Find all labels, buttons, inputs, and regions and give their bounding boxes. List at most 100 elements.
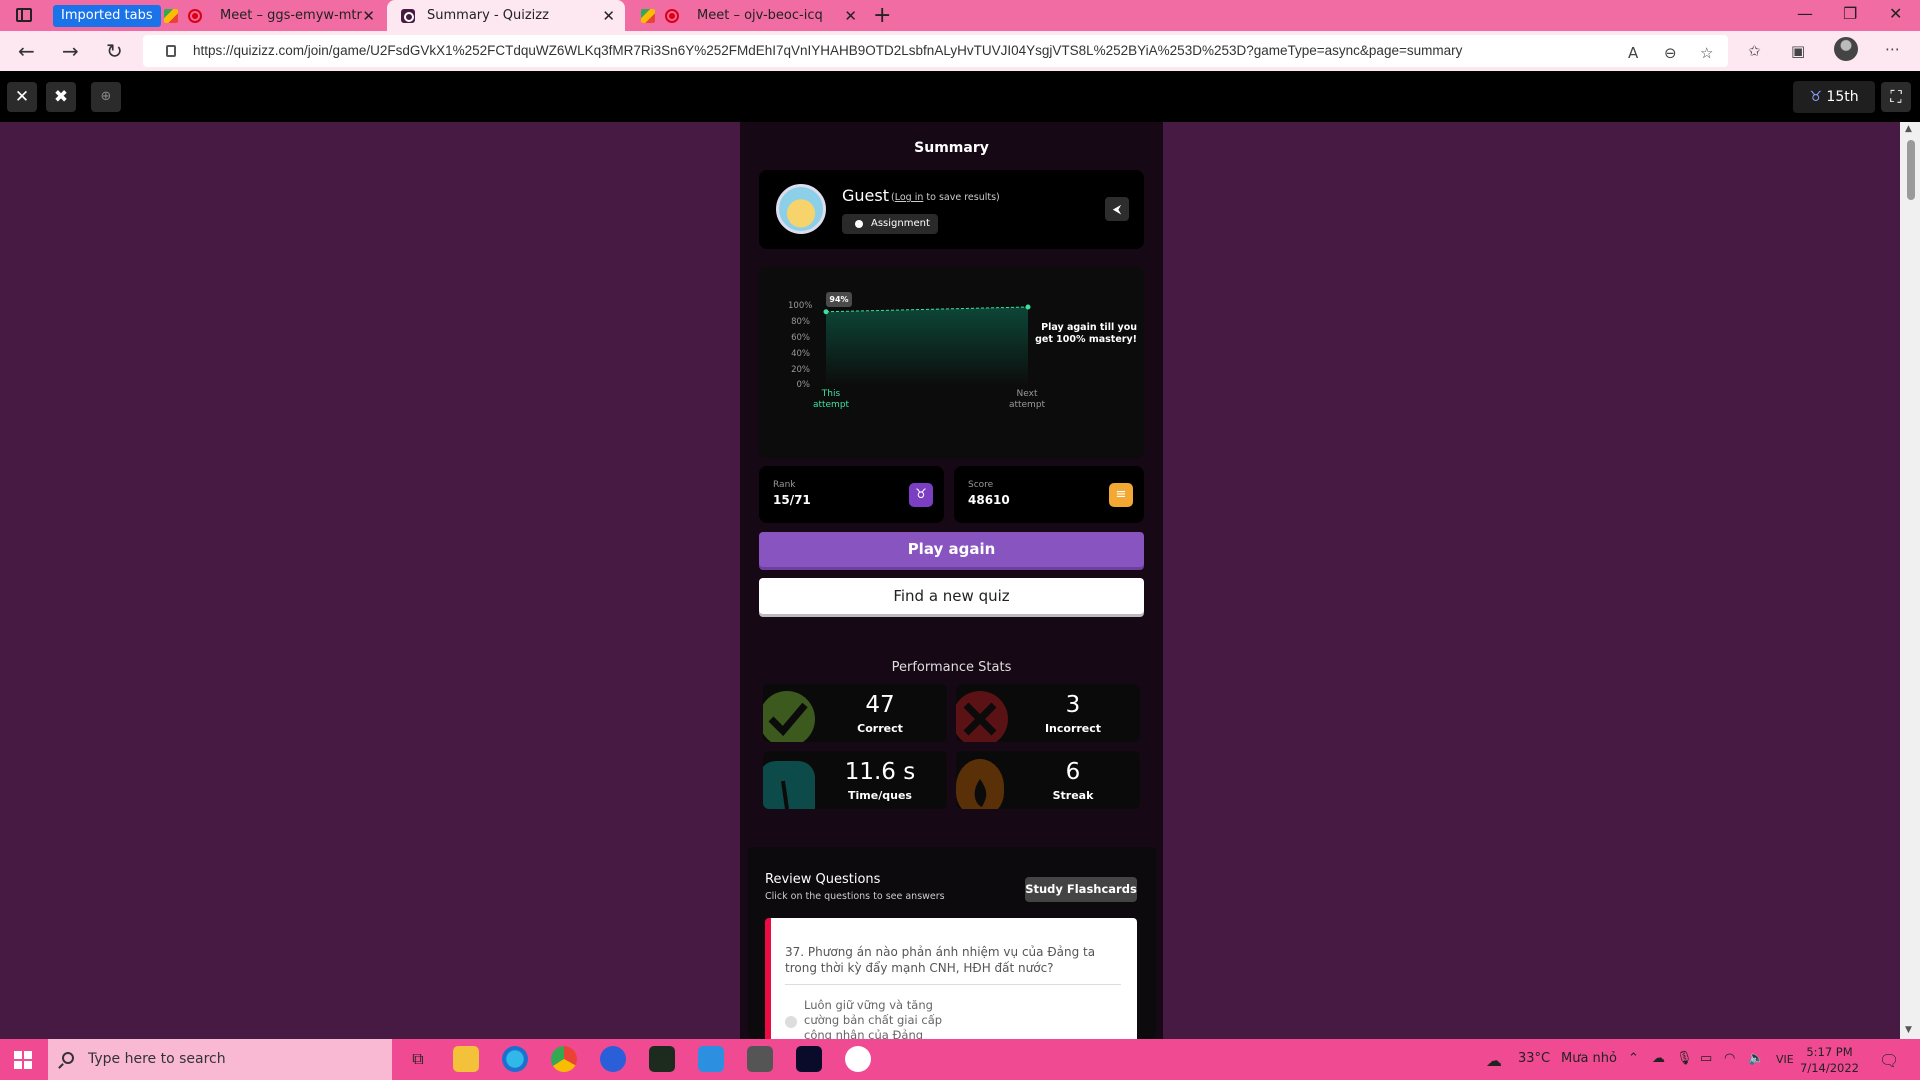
microphone-icon[interactable]: 🎙 xyxy=(1676,1051,1693,1066)
user-name: Guest xyxy=(842,186,889,205)
tab-summary-quizizz[interactable]: Summary - Quizizz ✕ xyxy=(387,0,625,31)
tab-actions-icon[interactable] xyxy=(16,8,32,22)
clock[interactable]: 5:17 PM 7/14/2022 xyxy=(1800,1044,1859,1076)
file-explorer-icon[interactable] xyxy=(453,1046,479,1072)
close-window-icon[interactable]: ✕ xyxy=(1889,4,1902,23)
rank-badge: ♉ 15th xyxy=(1793,81,1875,113)
webstorm-icon[interactable] xyxy=(796,1046,822,1072)
search-placeholder: Type here to search xyxy=(88,1051,226,1067)
page-scrollbar[interactable]: ▲ ▼ xyxy=(1900,122,1920,1039)
notifications-icon[interactable]: 🗨 xyxy=(1879,1051,1899,1070)
more-icon[interactable]: ⋯ xyxy=(1885,40,1900,58)
task-view-icon[interactable]: ⧉ xyxy=(405,1046,431,1072)
x-label-line: attempt xyxy=(1008,400,1046,410)
back-icon[interactable]: ← xyxy=(18,39,35,63)
search-icon xyxy=(62,1052,74,1064)
chrome-icon[interactable] xyxy=(551,1046,577,1072)
language-indicator[interactable]: VIE xyxy=(1776,1053,1794,1066)
incorrect-label: Incorrect xyxy=(1044,722,1102,735)
zoom-in-icon[interactable]: ⊕ xyxy=(91,82,121,112)
study-flashcards-button[interactable]: Study Flashcards xyxy=(1025,877,1137,902)
weather-desc[interactable]: Mưa nhỏ xyxy=(1561,1051,1617,1066)
medal-icon: ♉ xyxy=(1809,89,1822,105)
new-tab-icon[interactable]: + xyxy=(873,3,891,28)
answer-dot-icon xyxy=(785,1016,797,1028)
find-new-quiz-button[interactable]: Find a new quiz xyxy=(759,578,1144,614)
score-card: Score 48610 ≡ xyxy=(954,466,1144,523)
incorrect-stat: 3 Incorrect xyxy=(956,684,1140,742)
review-questions-section: Review Questions Click on the questions … xyxy=(748,847,1156,1042)
incorrect-count: 3 xyxy=(1065,692,1081,718)
question-text: 37. Phương án nào phản ánh nhiệm vụ của … xyxy=(785,945,1096,975)
close-tab-icon[interactable]: ✕ xyxy=(602,7,615,25)
read-aloud-icon[interactable]: A xyxy=(1628,44,1638,62)
scroll-up-icon[interactable]: ▲ xyxy=(1905,124,1912,134)
divider xyxy=(785,984,1121,985)
login-link[interactable]: Log in xyxy=(895,192,924,203)
restore-icon[interactable]: ❐ xyxy=(1843,4,1857,23)
fullscreen-icon[interactable]: ⛶ xyxy=(1881,82,1911,112)
tab-title: Meet – ojv-beoc-icq xyxy=(697,8,823,23)
recording-icon xyxy=(188,8,202,23)
minimize-icon[interactable]: — xyxy=(1797,4,1813,23)
favorite-icon[interactable]: ☆ xyxy=(1700,44,1713,62)
streak-stat: 6 Streak xyxy=(956,751,1140,809)
close-icon[interactable]: ✕ xyxy=(7,82,37,112)
time-label: Time/ques xyxy=(848,789,912,802)
edge-icon[interactable] xyxy=(502,1046,528,1072)
refresh-icon[interactable]: ↻ xyxy=(106,39,123,63)
profile-avatar[interactable] xyxy=(1834,37,1858,61)
close-tab-icon[interactable]: ✕ xyxy=(844,7,857,25)
answer-text: Luôn giữ vững và tăng cường bản chất gia… xyxy=(804,998,943,1042)
app-icon[interactable] xyxy=(747,1046,773,1072)
cloud-icon[interactable]: ☁ xyxy=(1652,1051,1665,1066)
y-tick: 60% xyxy=(791,333,810,343)
correct-label: Correct xyxy=(857,722,903,735)
y-tick: 0% xyxy=(796,380,811,390)
imported-tabs-button[interactable]: Imported tabs xyxy=(53,5,161,27)
zoom-icon[interactable]: ⊖ xyxy=(1664,44,1677,62)
address-bar-row: ← → ↻ https://quizizz.com/join/game/U2Fs… xyxy=(0,31,1920,71)
mastery-hint-line2: get 100% mastery! xyxy=(1035,334,1137,345)
summary-panel: Summary Guest (Log in to save results) A… xyxy=(740,122,1163,1042)
quizizz-icon xyxy=(401,8,415,23)
battery-icon[interactable]: ▭ xyxy=(1700,1051,1712,1066)
wifi-icon[interactable]: ◠ xyxy=(1724,1051,1735,1066)
rank-value: 15/71 xyxy=(773,493,811,507)
x-label-this-attempt: This attempt xyxy=(811,389,851,411)
correct-stat: 47 Correct xyxy=(763,684,947,742)
time-stat: 11.6 s Time/ques xyxy=(763,751,947,809)
play-again-button[interactable]: Play again xyxy=(759,532,1144,567)
rank-badge-text: 15th xyxy=(1826,89,1859,105)
collections-icon[interactable]: ▣ xyxy=(1791,42,1805,60)
forward-icon[interactable]: → xyxy=(62,39,79,63)
url-field[interactable]: https://quizizz.com/join/game/U2FsdGVkX1… xyxy=(143,35,1728,67)
close-tab-icon[interactable]: ✕ xyxy=(362,7,375,25)
scroll-down-icon[interactable]: ▼ xyxy=(1905,1025,1912,1035)
login-hint: (Log in to save results) xyxy=(891,192,1000,203)
vscode-icon[interactable] xyxy=(698,1046,724,1072)
scroll-thumb[interactable] xyxy=(1907,140,1915,200)
cross-icon xyxy=(956,691,1008,742)
tab-meet-1[interactable]: Meet – ggs-emyw-mtr ✕ xyxy=(150,0,385,31)
chevron-up-icon[interactable]: ⌃ xyxy=(1628,1051,1639,1066)
taskbar-search-box[interactable]: Type here to search xyxy=(48,1039,392,1080)
url-text[interactable]: https://quizizz.com/join/game/U2FsdGVkX1… xyxy=(193,43,1462,58)
shuffle-icon[interactable]: ✖ xyxy=(46,82,76,112)
score-label: Score xyxy=(968,480,994,490)
quiz-top-bar: ✕ ✖ ⊕ ♉ 15th ⛶ xyxy=(0,71,1920,122)
messenger-icon[interactable] xyxy=(845,1046,871,1072)
favorites-icon[interactable]: ✩ xyxy=(1748,42,1761,60)
x-label-line: attempt xyxy=(812,400,850,410)
word-app-icon[interactable] xyxy=(600,1046,626,1072)
mastery-hint: Play again till you get 100% mastery! xyxy=(1033,322,1137,346)
coins-icon: ≡ xyxy=(1109,483,1133,507)
question-card[interactable]: 37. Phương án nào phản ánh nhiệm vụ của … xyxy=(765,918,1137,1042)
weather-temp[interactable]: 33°C xyxy=(1518,1051,1550,1066)
volume-icon[interactable]: 🔈 xyxy=(1748,1051,1764,1066)
browser-tab-bar: Imported tabs Meet – ggs-emyw-mtr ✕ Summ… xyxy=(0,0,1920,31)
windows-start-icon[interactable] xyxy=(14,1051,32,1069)
tab-meet-2[interactable]: Meet – ojv-beoc-icq ✕ xyxy=(627,0,867,31)
nox-icon[interactable] xyxy=(649,1046,675,1072)
share-icon[interactable]: ⮜ xyxy=(1105,197,1129,221)
